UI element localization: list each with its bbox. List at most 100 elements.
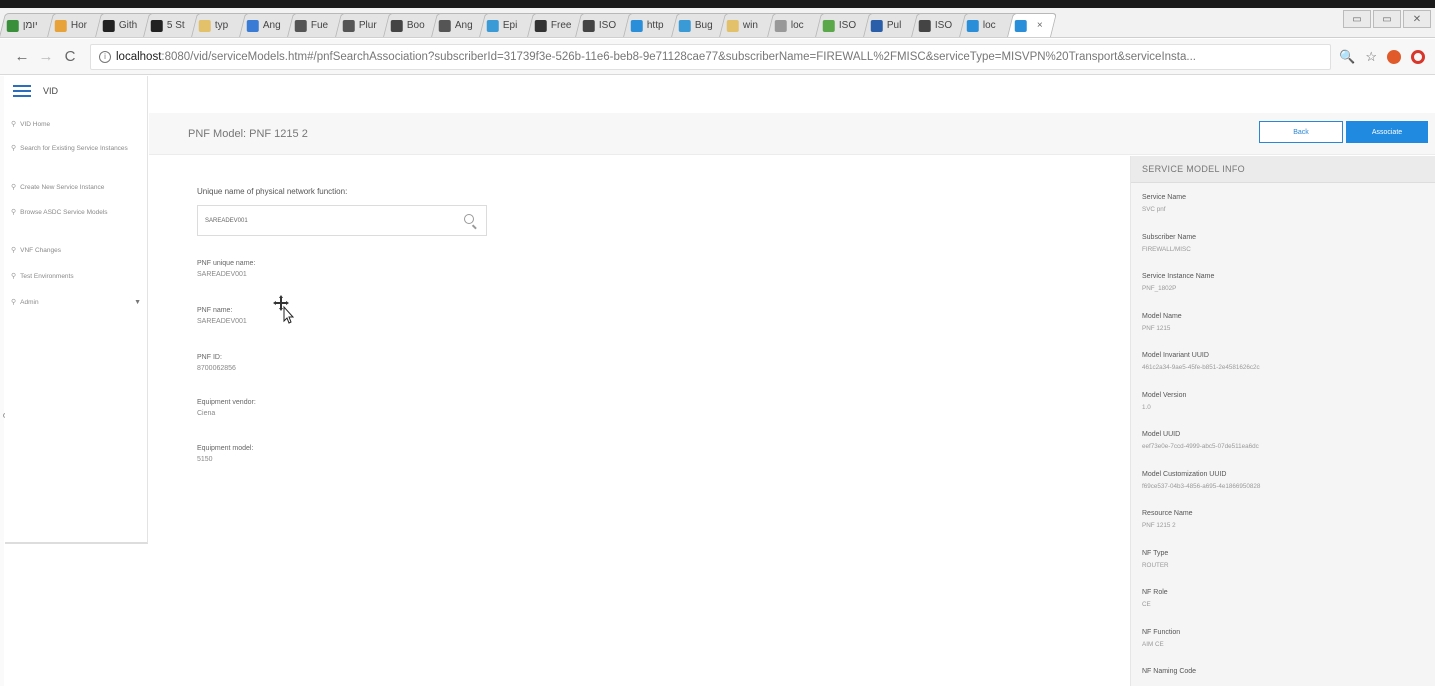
tab-label: Gith bbox=[118, 20, 138, 31]
info-key: Model Customization UUID bbox=[1142, 470, 1227, 478]
site-info-icon[interactable]: i bbox=[99, 50, 111, 63]
tab-favicon-icon bbox=[534, 19, 547, 32]
service-model-info-panel: SERVICE MODEL INFO Service Name SVC pnf Su… bbox=[1130, 156, 1435, 686]
tab-label: typ bbox=[214, 20, 229, 31]
url-input[interactable]: i localhost :8080/vid/serviceModels.htm#… bbox=[90, 43, 1332, 70]
field-label: Equipment model: bbox=[197, 445, 254, 452]
tab-favicon-icon bbox=[966, 19, 979, 32]
info-row: Service Instance Name PNF_1802P bbox=[1142, 273, 1422, 292]
window-controls: ▭ ▭ ✕ bbox=[1343, 10, 1431, 28]
maximize-button[interactable]: ▭ bbox=[1373, 10, 1401, 28]
tab-label: Hor bbox=[70, 20, 88, 31]
sidebar-item[interactable]: ⚲ Search for Existing Service Instances bbox=[5, 144, 147, 153]
sidebar-item-label: VID Home bbox=[20, 121, 51, 128]
map-pin-icon: ⚲ bbox=[11, 247, 17, 254]
opera-icon[interactable] bbox=[1411, 49, 1425, 64]
field-label: Equipment vendor: bbox=[197, 399, 256, 406]
tab-favicon-icon bbox=[342, 19, 355, 32]
url-path: :8080/vid/serviceModels.htm#/pnfSearchAs… bbox=[161, 50, 1196, 63]
field-value: 8700062856 bbox=[197, 365, 236, 372]
info-value: FIREWALL/MISC bbox=[1142, 245, 1191, 253]
info-key: NF Naming Code bbox=[1142, 668, 1197, 675]
info-row: Model Invariant UUID 461c2a34-9ae5-45fe-b… bbox=[1142, 352, 1422, 371]
tab-label: ISO bbox=[598, 20, 617, 31]
map-pin-icon: ⚲ bbox=[11, 209, 17, 216]
map-pin-icon: ⚲ bbox=[11, 299, 17, 306]
back-arrow-icon[interactable]: ← bbox=[10, 48, 34, 65]
tab-favicon-icon bbox=[630, 19, 643, 32]
tab-favicon-icon bbox=[582, 19, 595, 32]
tab-favicon-icon bbox=[150, 19, 163, 32]
tab-label: Boo bbox=[406, 20, 425, 31]
tab-favicon-icon bbox=[390, 19, 403, 32]
tab-close-icon[interactable]: × bbox=[1037, 20, 1043, 31]
sidebar-item[interactable]: ⚲ VID Home bbox=[5, 120, 147, 129]
sidebar-item-label: Search for Existing Service Instances bbox=[20, 145, 128, 152]
tab-label: win bbox=[742, 20, 758, 31]
info-value: eef73e0e-7ccd-4999-abc5-07de511ea6dc bbox=[1142, 443, 1259, 450]
sidebar-item[interactable]: ⚲ Browse ASDC Service Models bbox=[5, 208, 147, 217]
info-row: NF Type ROUTER bbox=[1142, 550, 1422, 569]
tab-label: loc bbox=[982, 20, 996, 31]
sidebar-item-label: Create New Service Instance bbox=[20, 184, 105, 191]
info-key: Resource Name bbox=[1142, 510, 1193, 517]
sidebar-item[interactable]: ⚲ Create New Service Instance bbox=[5, 183, 147, 192]
tab-label: Ang bbox=[454, 20, 473, 31]
info-panel-title: SERVICE MODEL INFO bbox=[1131, 156, 1435, 183]
info-key: Model Version bbox=[1142, 391, 1187, 399]
hamburger-menu-icon[interactable] bbox=[13, 85, 31, 97]
url-host: localhost bbox=[116, 50, 162, 63]
tab-favicon-icon bbox=[1014, 19, 1027, 32]
browser-tab-active[interactable]: × bbox=[1007, 13, 1057, 37]
info-row: Model Version 1.0 bbox=[1142, 392, 1422, 411]
pnf-search-input[interactable]: SAREADEV001 bbox=[197, 205, 487, 236]
tab-favicon-icon bbox=[246, 19, 259, 32]
os-top-bar bbox=[0, 0, 1435, 8]
tab-favicon-icon bbox=[870, 19, 883, 32]
tab-favicon-icon bbox=[726, 19, 739, 32]
brand: VID bbox=[5, 76, 147, 106]
field-value: SAREADEV001 bbox=[197, 271, 247, 278]
tab-label: ISO bbox=[934, 20, 953, 31]
extension-icon[interactable] bbox=[1387, 49, 1401, 64]
reload-icon[interactable]: C bbox=[58, 48, 82, 65]
close-window-button[interactable]: ✕ bbox=[1403, 10, 1431, 28]
info-key: Model Invariant UUID bbox=[1142, 352, 1209, 359]
map-pin-icon: ⚲ bbox=[11, 121, 17, 128]
chevron-down-icon[interactable]: ▼ bbox=[134, 298, 141, 307]
tab-label: http bbox=[646, 20, 664, 31]
sidebar-item[interactable]: ⚲ Admin ▼ bbox=[5, 298, 147, 307]
search-icon[interactable] bbox=[464, 214, 474, 224]
bookmark-star-icon[interactable]: ☆ bbox=[1365, 49, 1377, 65]
field-label: PNF unique name: bbox=[197, 260, 256, 267]
info-row: Resource Name PNF 1215 2 bbox=[1142, 510, 1422, 529]
pnf-field: PNF ID: 8700062856 bbox=[197, 354, 397, 372]
tab-favicon-icon bbox=[822, 19, 835, 32]
info-row: Service Name SVC pnf bbox=[1142, 194, 1422, 213]
back-button[interactable]: Back bbox=[1259, 121, 1343, 143]
zoom-icon[interactable]: 🔍 bbox=[1339, 49, 1355, 65]
associate-button[interactable]: Associate bbox=[1346, 121, 1428, 143]
info-value: CE bbox=[1142, 601, 1151, 608]
minimize-button[interactable]: ▭ bbox=[1343, 10, 1371, 28]
info-row: Model UUID eef73e0e-7ccd-4999-abc5-07de51… bbox=[1142, 431, 1422, 450]
pnf-field: Equipment model: 5150 bbox=[197, 445, 397, 463]
info-key: NF Role bbox=[1142, 589, 1168, 596]
sidebar-item[interactable]: ⚲ Test Environments bbox=[5, 272, 147, 281]
left-edge bbox=[0, 76, 4, 686]
pnf-field: PNF name: SAREADEV001 bbox=[197, 307, 397, 325]
sidebar-item-label: Admin bbox=[20, 299, 39, 306]
sidebar-item-label: Test Environments bbox=[20, 273, 74, 280]
tab-label: Plur bbox=[358, 20, 377, 31]
tab-favicon-icon bbox=[486, 19, 499, 32]
tab-label: Ang bbox=[262, 20, 281, 31]
info-value: ROUTER bbox=[1142, 561, 1169, 569]
search-label: Unique name of physical network function… bbox=[197, 187, 348, 196]
tab-favicon-icon bbox=[294, 19, 307, 32]
field-value: Ciena bbox=[197, 410, 216, 417]
info-row: NF Naming Code bbox=[1142, 668, 1422, 680]
tab-label: Bug bbox=[694, 20, 713, 31]
info-value: f69ce537-04b3-4856-a695-4e1866950828 bbox=[1142, 482, 1261, 490]
forward-arrow-icon[interactable]: → bbox=[34, 48, 58, 65]
sidebar-item[interactable]: ⚲ VNF Changes bbox=[5, 246, 147, 255]
